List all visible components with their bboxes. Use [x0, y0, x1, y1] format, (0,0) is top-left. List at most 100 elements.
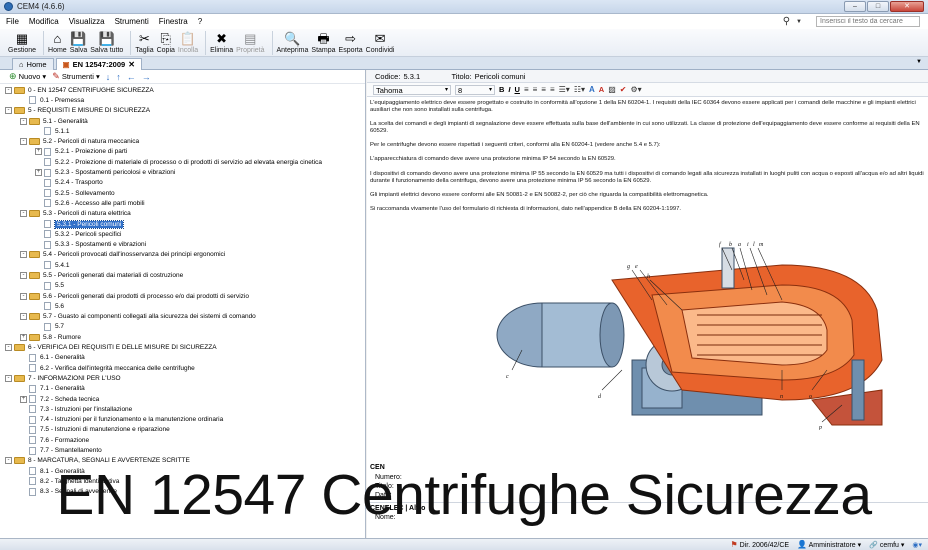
move-up-icon[interactable]: ↑	[116, 72, 121, 82]
salva-button[interactable]: 💾 Salva	[70, 31, 88, 55]
tree-item[interactable]: 7.3 - Istruzioni per l'installazione	[0, 404, 365, 414]
tabs-dropdown-icon[interactable]: ▼	[916, 59, 922, 65]
tree-item[interactable]: - 5.6 - Pericoli generati dai prodotti di…	[0, 291, 365, 301]
menu-modifica[interactable]: Modifica	[29, 17, 59, 26]
role-status[interactable]: 👤 Amministratore ▾	[797, 540, 861, 549]
menu-visualizza[interactable]: Visualizza	[69, 17, 105, 26]
italic-button[interactable]: I	[508, 85, 510, 94]
taglia-button[interactable]: ✂ Taglia	[135, 31, 153, 55]
align-center-icon[interactable]: ≡	[533, 85, 538, 94]
propriet--button[interactable]: ▤ Proprietà	[236, 31, 264, 55]
globe-icon[interactable]: ◉▾	[912, 541, 922, 549]
tools-button[interactable]: ✎ Strumenti ▾	[52, 71, 100, 82]
tree-item[interactable]: - 5.7 - Guasto ai componenti collegati al…	[0, 312, 365, 322]
user-status[interactable]: 🔗 cemfu ▾	[869, 541, 904, 549]
collapse-icon[interactable]: -	[20, 210, 27, 218]
tree-item[interactable]: +7.2 - Scheda tecnica	[0, 394, 365, 404]
document-content[interactable]: L'equipaggiamento elettrico deve essere …	[367, 97, 928, 213]
move-down-icon[interactable]: ↓	[106, 72, 111, 82]
tree-item[interactable]: - 5.2 - Pericoli di natura meccanica	[0, 136, 365, 146]
expand-icon[interactable]: +	[20, 395, 27, 403]
size-select[interactable]: 8	[455, 84, 495, 95]
tree-item[interactable]: 5.1.1	[0, 126, 365, 136]
search-input[interactable]	[816, 16, 920, 27]
menu-help[interactable]: ?	[198, 17, 202, 26]
close-tab-icon[interactable]: ✕	[128, 60, 135, 69]
tree-item[interactable]: 5.5	[0, 281, 365, 291]
menu-strumenti[interactable]: Strumenti	[115, 17, 149, 26]
justify-icon[interactable]: ≡	[550, 85, 555, 94]
tree-item[interactable]: - 6 - VERIFICA DEI REQUISITI E DELLE MISU…	[0, 342, 365, 352]
tree-item[interactable]: - 7 - INFORMAZIONI PER L'USO	[0, 373, 365, 383]
collapse-icon[interactable]: -	[20, 313, 27, 321]
move-right-icon[interactable]: →	[142, 72, 151, 82]
move-left-icon[interactable]: ←	[127, 72, 136, 82]
underline-button[interactable]: U	[515, 85, 520, 94]
esporta-button[interactable]: ⇨ Esporta	[339, 31, 363, 55]
tree-item[interactable]: 6.1 - Generalità	[0, 353, 365, 363]
copia-button[interactable]: ⎘ Copia	[157, 31, 175, 55]
tree-item[interactable]: 7.1 - Generalità	[0, 384, 365, 394]
spellcheck-icon[interactable]: ✔	[620, 85, 627, 94]
align-right-icon[interactable]: ≡	[541, 85, 546, 94]
tab-home[interactable]: ⌂ Home	[12, 58, 54, 70]
close-button[interactable]: ✕	[890, 1, 924, 12]
bullet-list-icon[interactable]: ☰▾	[559, 85, 570, 94]
font-color-icon[interactable]: A	[589, 85, 595, 94]
tree-item[interactable]: 5.3.2 - Pericoli specifici	[0, 229, 365, 239]
code-value[interactable]: 5.3.1	[403, 72, 451, 81]
stampa-button[interactable]: 🖶 Stampa	[311, 31, 335, 55]
tree-item[interactable]: 7.4 - Istruzioni per il funzionamento e …	[0, 415, 365, 425]
tree-item[interactable]: 7.5 - Istruzioni di manutenzione e ripar…	[0, 425, 365, 435]
tree-item[interactable]: 5.7	[0, 322, 365, 332]
tree-item[interactable]: - 0 - EN 12547 CENTRIFUGHE SICUREZZA	[0, 85, 365, 95]
tree-item[interactable]: - 5.5 - Pericoli generati dai materiali d…	[0, 270, 365, 280]
incolla-button[interactable]: 📋 Incolla	[178, 31, 198, 55]
tree-item[interactable]: - 5 - REQUISITI E MISURE DI SICUREZZA	[0, 106, 365, 116]
gestione-button[interactable]: ▦ Gestione	[8, 31, 36, 55]
search-icon[interactable]: ⚲	[783, 16, 790, 27]
menu-finestra[interactable]: Finestra	[159, 17, 188, 26]
bold-button[interactable]: B	[499, 85, 504, 94]
maximize-button[interactable]: □	[867, 1, 889, 12]
tab-en12547[interactable]: ▣ EN 12547:2009 ✕	[55, 58, 142, 70]
font-select[interactable]: Tahoma	[373, 84, 451, 95]
tree-item[interactable]: +5.2.1 - Proiezione di parti	[0, 147, 365, 157]
elimina-button[interactable]: ✖ Elimina	[210, 31, 233, 55]
tree-item[interactable]: 6.2 - Verifica dell'integrità meccanica …	[0, 363, 365, 373]
expand-icon[interactable]: +	[35, 148, 42, 156]
tree-item[interactable]: 5.2.4 - Trasporto	[0, 178, 365, 188]
expand-icon[interactable]: +	[35, 169, 42, 177]
tree-item[interactable]: +5.2.3 - Spostamenti pericolosi e vibraz…	[0, 167, 365, 177]
condividi-button[interactable]: ✉ Condividi	[366, 31, 395, 55]
tree-item[interactable]: 5.2.5 - Sollevamento	[0, 188, 365, 198]
menu-file[interactable]: File	[6, 17, 19, 26]
numbered-list-icon[interactable]: ☷▾	[574, 85, 585, 94]
collapse-icon[interactable]: -	[20, 138, 27, 146]
title-value[interactable]: Pericoli comuni	[475, 72, 526, 81]
expand-icon[interactable]: +	[20, 333, 27, 341]
tree-item[interactable]: 5.3.1 - Pericoli comuni	[0, 219, 365, 229]
tree-item[interactable]: - 5.1 - Generalità	[0, 116, 365, 126]
tree-item[interactable]: 0.1 - Premessa	[0, 95, 365, 105]
collapse-icon[interactable]: -	[20, 251, 27, 259]
collapse-icon[interactable]: -	[5, 86, 12, 94]
collapse-icon[interactable]: -	[20, 292, 27, 300]
collapse-icon[interactable]: -	[5, 344, 12, 352]
collapse-icon[interactable]: -	[5, 107, 12, 115]
new-button[interactable]: ⊕ Nuovo ▾	[9, 71, 46, 82]
align-left-icon[interactable]: ≡	[524, 85, 529, 94]
tree-item[interactable]: 5.2.6 - Accesso alle parti mobili	[0, 198, 365, 208]
tree-item[interactable]: - 5.3 - Pericoli di natura elettrica	[0, 209, 365, 219]
tree-item[interactable]: 5.6	[0, 301, 365, 311]
tree-item[interactable]: 5.2.2 - Proiezione di materiale di proce…	[0, 157, 365, 167]
home-button[interactable]: ⌂ Home	[48, 31, 67, 55]
collapse-icon[interactable]: -	[20, 271, 27, 279]
tools-icon[interactable]: ⚙▾	[630, 85, 641, 94]
collapse-icon[interactable]: -	[20, 117, 27, 125]
highlight-color-icon[interactable]: A	[599, 85, 604, 94]
tree-item[interactable]: 5.4.1	[0, 260, 365, 270]
tree-item[interactable]: 5.3.3 - Spostamenti e vibrazioni	[0, 239, 365, 249]
anteprima-button[interactable]: 🔍 Anteprima	[277, 31, 309, 55]
minimize-button[interactable]: –	[844, 1, 866, 12]
